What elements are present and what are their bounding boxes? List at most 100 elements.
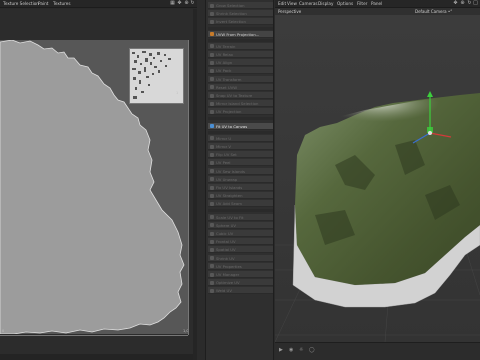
uv-command-item[interactable]: Weld UV bbox=[208, 287, 273, 295]
uv-command-icon bbox=[210, 44, 214, 49]
uv-horizontal-scrollbar[interactable] bbox=[0, 354, 193, 360]
uv-command-item[interactable]: UV Peel bbox=[208, 159, 273, 167]
uv-command-icon bbox=[210, 109, 214, 114]
camera-icon[interactable]: ◉ bbox=[289, 347, 293, 353]
uv-command-label: Grow Selection bbox=[216, 3, 245, 8]
uv-command-label: UVW From Projection... bbox=[216, 31, 260, 37]
command-group-separator bbox=[208, 130, 273, 134]
menu-panel[interactable]: Panel bbox=[371, 1, 382, 6]
uv-command-icon bbox=[210, 288, 214, 293]
pan-icon[interactable]: ✥ bbox=[453, 1, 458, 6]
uv-grid-label-top: 1 bbox=[176, 91, 179, 95]
menu-texture-selection[interactable]: Texture Selection bbox=[3, 1, 39, 6]
uv-command-label: UV Properties bbox=[216, 263, 242, 269]
uv-command-item[interactable]: UV Manager bbox=[208, 271, 273, 278]
command-group-separator bbox=[208, 116, 273, 120]
uv-command-label: UV Pack bbox=[216, 68, 232, 74]
uv-command-icon bbox=[210, 280, 214, 285]
uv-command-icon bbox=[210, 256, 214, 261]
rotate-icon[interactable]: ↻ bbox=[190, 1, 195, 6]
uv-vertical-scrollbar[interactable] bbox=[193, 9, 197, 360]
uv-command-item[interactable]: Scale UV to Fit bbox=[208, 213, 273, 221]
uv-command-item[interactable]: Fix UV Islands bbox=[208, 184, 273, 191]
grid-icon[interactable]: ▦ bbox=[170, 1, 175, 6]
uv-command-item[interactable]: UV Add Seam bbox=[208, 200, 273, 208]
uv-command-label: Snap UV to Texture bbox=[216, 93, 253, 98]
menu-display[interactable]: Display bbox=[318, 1, 333, 6]
uv-command-label: UV Straighten bbox=[216, 193, 243, 199]
uv-command-item[interactable]: UVW From Projection... bbox=[208, 30, 273, 38]
menu-options[interactable]: Options bbox=[337, 1, 353, 6]
uv-command-label: UV Sew Islands bbox=[216, 168, 245, 174]
menu-textures[interactable]: Textures bbox=[53, 1, 71, 6]
uv-command-item[interactable]: Invert Selection bbox=[208, 18, 273, 26]
uv-command-item[interactable]: Mirror V bbox=[208, 143, 273, 150]
play-icon[interactable]: ▶ bbox=[279, 347, 283, 353]
uv-command-item[interactable]: Mirror U bbox=[208, 134, 273, 142]
uv-command-item[interactable]: Optimize UV bbox=[208, 279, 273, 287]
move-icon[interactable]: ✥ bbox=[177, 1, 182, 6]
uv-command-item[interactable]: UV Pack bbox=[208, 67, 273, 75]
uv-command-icon bbox=[210, 152, 214, 157]
uv-command-label: UV Align bbox=[216, 60, 233, 66]
uv-command-item[interactable]: Spatial UV bbox=[208, 246, 273, 254]
uv-viewport[interactable]: 1 0 1,0 bbox=[0, 9, 197, 360]
uv-command-label: Weld UV bbox=[216, 288, 232, 294]
uv-command-label: Sphere UV bbox=[216, 222, 236, 228]
orbit-icon[interactable]: ↻ bbox=[467, 1, 472, 6]
uv-command-item[interactable]: UV Relax bbox=[208, 51, 273, 58]
zoom-icon[interactable]: ⊕ bbox=[184, 1, 189, 6]
uv-command-item[interactable]: UV Transform bbox=[208, 75, 273, 83]
menu-filter[interactable]: Filter bbox=[357, 1, 367, 6]
uv-command-item[interactable]: Fit UV to Canvas bbox=[208, 122, 273, 130]
dolly-icon[interactable]: ⊕ bbox=[460, 1, 465, 6]
uv-command-item[interactable]: Snap UV to Texture bbox=[208, 92, 273, 99]
uv-command-item[interactable]: Frontal UV bbox=[208, 238, 273, 246]
uv-command-label: UV Terrain bbox=[216, 43, 236, 49]
uv-command-item[interactable]: UV Projection bbox=[208, 108, 273, 116]
uv-command-icon bbox=[210, 136, 214, 141]
texture-noise bbox=[130, 49, 183, 103]
uv-command-item[interactable]: UV Sew Islands bbox=[208, 167, 273, 175]
uv-command-item[interactable]: UV Align bbox=[208, 59, 273, 67]
uv-command-icon bbox=[210, 223, 214, 228]
3d-viewport-canvas[interactable] bbox=[275, 15, 480, 342]
uv-axis-horizontal bbox=[0, 335, 188, 336]
menu-view[interactable]: View bbox=[287, 1, 297, 6]
3d-viewport-panel: Edit View Cameras Display Options Filter… bbox=[275, 0, 480, 360]
maximize-icon[interactable]: □ bbox=[473, 1, 478, 6]
uv-command-label: Spatial UV bbox=[216, 247, 236, 253]
uv-command-item[interactable]: Shrink Selection bbox=[208, 10, 273, 18]
uv-command-icon bbox=[210, 247, 214, 252]
command-group-separator bbox=[208, 38, 273, 42]
uv-command-icon bbox=[210, 32, 214, 37]
uv-command-item[interactable]: Sphere UV bbox=[208, 221, 273, 229]
terrain-scene[interactable] bbox=[275, 15, 480, 342]
menu-paint[interactable]: Paint bbox=[38, 1, 48, 6]
uv-command-item[interactable]: UV Unwrap bbox=[208, 175, 273, 183]
uv-command-item[interactable]: UV Terrain bbox=[208, 42, 273, 50]
menu-edit[interactable]: Edit bbox=[278, 1, 286, 6]
command-group-separator bbox=[208, 208, 273, 212]
viewport-camera-name[interactable]: Default Camera •° bbox=[415, 9, 452, 14]
uv-command-item[interactable]: Cubic UV bbox=[208, 230, 273, 237]
uv-command-label: Shrink UV bbox=[216, 255, 235, 261]
uv-command-label: UV Transform bbox=[216, 76, 242, 82]
uv-command-item[interactable]: Mirror Island Selection bbox=[208, 100, 273, 108]
uv-command-item[interactable]: Shrink UV bbox=[208, 254, 273, 262]
uv-command-label: Fix UV Islands bbox=[216, 185, 243, 190]
uv-command-item[interactable]: UV Straighten bbox=[208, 192, 273, 200]
uv-command-label: UV Unwrap bbox=[216, 176, 238, 182]
light-icon[interactable]: ☼ bbox=[299, 347, 303, 353]
uv-command-item[interactable]: Flip UV Set bbox=[208, 151, 273, 159]
material-icon[interactable]: ◯ bbox=[309, 347, 315, 353]
uv-command-icon bbox=[210, 177, 214, 182]
texture-preview-thumbnail bbox=[129, 48, 184, 104]
uv-command-item[interactable]: Reset UVW bbox=[208, 83, 273, 91]
uv-command-item[interactable]: Grow Selection bbox=[208, 2, 273, 9]
uv-command-label: Mirror Island Selection bbox=[216, 101, 259, 107]
uv-command-item[interactable]: UV Properties bbox=[208, 262, 273, 270]
menu-cameras[interactable]: Cameras bbox=[299, 1, 318, 6]
uv-command-icon bbox=[210, 60, 214, 65]
uv-command-label: Cubic UV bbox=[216, 231, 234, 236]
